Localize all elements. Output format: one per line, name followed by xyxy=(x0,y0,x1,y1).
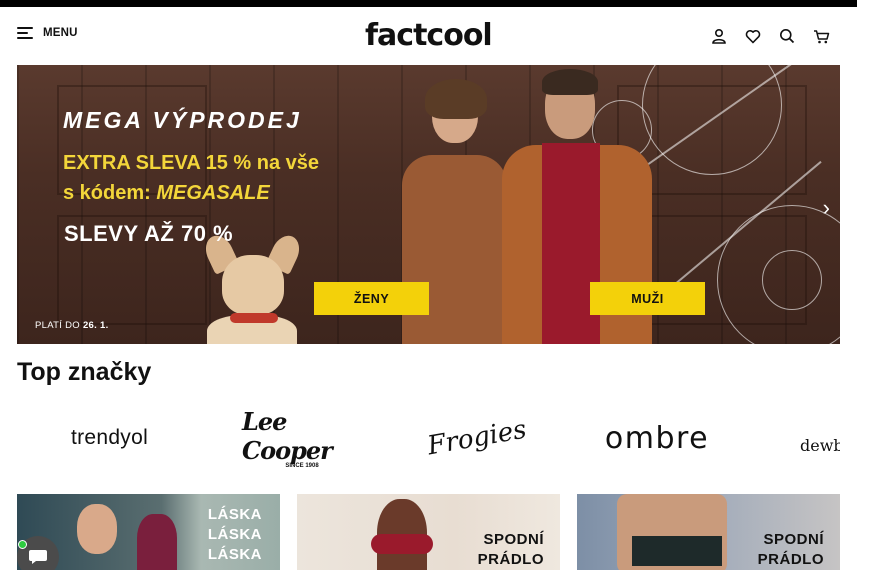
heart-icon[interactable] xyxy=(744,27,762,45)
hero-banner[interactable]: MEGA VÝPRODEJ EXTRA SLEVA 15 % na vše s … xyxy=(17,65,840,344)
menu-button[interactable]: MENU xyxy=(17,27,78,39)
card-decor xyxy=(632,536,722,566)
couple-image xyxy=(77,504,117,554)
brand-lee-cooper[interactable]: Lee Cooper SINCE 1908 xyxy=(242,410,362,469)
chat-icon xyxy=(29,550,47,564)
hamburger-icon xyxy=(17,27,33,39)
hero-valid-until: PLATÍ DO 26. 1. xyxy=(35,320,109,331)
hero-extra-line2: s kódem: MEGASALE xyxy=(63,178,319,208)
promo-card-lingerie-men[interactable]: SPODNÍ PRÁDLO xyxy=(577,494,840,570)
card-decor xyxy=(137,514,177,570)
hero-discount-text: SLEVY AŽ 70 % xyxy=(64,221,234,246)
women-button[interactable]: ŽENY xyxy=(314,282,429,315)
cart-icon[interactable] xyxy=(812,27,830,45)
card-line: LÁSKA xyxy=(207,506,262,523)
promo-card-lingerie-women[interactable]: SPODNÍ PRÁDLO xyxy=(297,494,560,570)
promo-code: MEGASALE xyxy=(156,182,270,204)
promo-card-label: SPODNÍ PRÁDLO xyxy=(758,530,824,570)
brand-trendyol[interactable]: trendyol xyxy=(47,410,172,466)
site-logo[interactable]: factcool xyxy=(365,18,493,53)
online-status-dot xyxy=(18,540,27,549)
dog-head xyxy=(222,255,284,315)
brand-dewberry[interactable]: dewb xyxy=(800,410,840,466)
valid-prefix: PLATÍ DO xyxy=(35,320,80,331)
hero-extra-discount: EXTRA SLEVA 15 % na vše s kódem: MEGASAL… xyxy=(63,148,319,208)
hero-code-prefix: s kódem: xyxy=(63,182,157,204)
card-line: LÁSKA xyxy=(207,526,262,543)
brands-section-title: Top značky xyxy=(17,358,152,386)
card-line: PRÁDLO xyxy=(477,551,544,568)
brand-lee-cooper-name: Lee Cooper xyxy=(242,410,333,465)
menu-label: MENU xyxy=(43,27,78,39)
card-line: PRÁDLO xyxy=(757,551,824,568)
card-line: LÁSKA xyxy=(207,546,262,563)
brands-carousel: trendyol Lee Cooper SINCE 1908 Frogies o… xyxy=(17,410,840,470)
header-actions xyxy=(710,27,830,45)
promo-card-label: SPODNÍ PRÁDLO xyxy=(478,530,544,570)
brand-lee-cooper-tagline: SINCE 1908 xyxy=(285,463,319,469)
card-line: SPODNÍ xyxy=(483,531,544,548)
brand-ombre[interactable]: ombre xyxy=(577,410,737,466)
brand-frogies[interactable]: Frogies xyxy=(418,410,536,470)
promo-card-label: LÁSKA LÁSKA LÁSKA xyxy=(208,505,262,565)
next-slide-icon[interactable]: › xyxy=(823,195,830,221)
hero-title: MEGA VÝPRODEJ xyxy=(63,107,302,133)
card-decor xyxy=(371,534,433,554)
hero-extra-line1: EXTRA SLEVA 15 % na vše xyxy=(63,152,320,174)
user-icon[interactable] xyxy=(710,27,728,45)
search-icon[interactable] xyxy=(778,27,796,45)
card-line: SPODNÍ xyxy=(763,531,824,548)
dog-collar xyxy=(230,313,278,323)
site-header: MENU factcool xyxy=(0,7,857,65)
men-button[interactable]: MUŽI xyxy=(590,282,705,315)
valid-date: 26. 1. xyxy=(82,320,109,331)
top-strip xyxy=(0,0,857,7)
